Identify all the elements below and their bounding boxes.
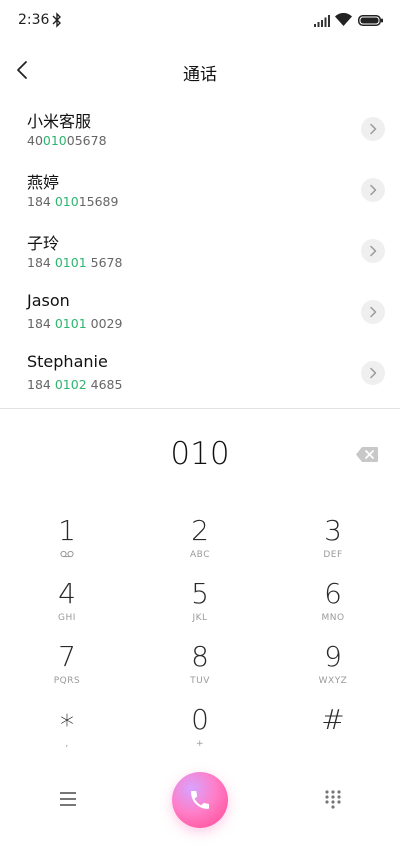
chevron-right-icon: [370, 306, 377, 318]
key-6[interactable]: 6 MNO: [278, 573, 388, 635]
key-digit: #: [321, 703, 345, 736]
key-digit: 8: [191, 640, 209, 673]
chevron-right-icon: [370, 184, 377, 196]
number-match-highlight: 0101: [54, 316, 87, 331]
key-0[interactable]: 0 +: [145, 699, 255, 761]
contact-item[interactable]: 子玲 184 0101 5678: [0, 225, 400, 286]
contact-detail-button[interactable]: [361, 117, 385, 141]
contact-name: 子玲: [27, 234, 60, 253]
key-digit: 0: [191, 703, 209, 736]
contact-name: 燕婷: [27, 173, 60, 192]
number-suffix: 5678: [86, 255, 123, 270]
key-digit: 4: [58, 577, 76, 610]
key-digit: 3: [324, 514, 342, 547]
key-4[interactable]: 4 GHI: [12, 573, 122, 635]
key-letters: MNO: [321, 613, 345, 623]
divider: [0, 408, 400, 409]
status-time: 2:36: [18, 12, 50, 28]
number-match-highlight: 010: [54, 194, 79, 209]
status-bar: 2:36: [0, 0, 400, 42]
signal-icon: [314, 15, 330, 27]
key-letters: DEF: [323, 550, 343, 560]
dialpad-icon[interactable]: [323, 789, 343, 809]
wifi-icon: [335, 13, 352, 26]
key-letters: JKL: [192, 613, 208, 623]
contact-name: 小米客服: [27, 112, 92, 131]
key-1[interactable]: 1: [12, 510, 122, 572]
page-title: 通话: [183, 65, 217, 85]
key-digit: 9: [324, 640, 342, 673]
number-match-highlight: 010: [42, 133, 67, 148]
number-prefix: 40: [27, 133, 43, 148]
phone-icon: [191, 791, 209, 809]
key-letters: WXYZ: [318, 676, 348, 686]
key-9[interactable]: 9 WXYZ: [278, 636, 388, 698]
contact-detail-button[interactable]: [361, 178, 385, 202]
key-star[interactable]: ∗ ,: [12, 699, 122, 761]
contact-detail-button[interactable]: [361, 300, 385, 324]
keypad: 1 2 ABC 3 DEF 4 GHI 5 JKL 6 MNO 7 PQRS 8…: [0, 510, 400, 764]
key-digit: 6: [324, 577, 342, 610]
contact-item[interactable]: Jason 184 0101 0029: [0, 286, 400, 347]
contact-number: 184 0102 4685: [27, 377, 122, 392]
key-digit: 2: [191, 514, 209, 547]
contact-detail-button[interactable]: [361, 239, 385, 263]
number-suffix: 0029: [86, 316, 123, 331]
chevron-right-icon: [370, 367, 377, 379]
key-8[interactable]: 8 TUV: [145, 636, 255, 698]
number-match-highlight: 0102: [54, 377, 87, 392]
number-prefix: 184: [27, 316, 55, 331]
key-letters: ABC: [190, 550, 210, 560]
number-suffix: 15689: [78, 194, 119, 209]
number-suffix: 4685: [86, 377, 123, 392]
key-letters: ,: [65, 739, 69, 749]
dialed-number-input[interactable]: 010: [0, 436, 400, 472]
number-match-highlight: 0101: [54, 255, 87, 270]
contact-item[interactable]: 小米客服 4001005678: [0, 103, 400, 164]
key-letters: TUV: [190, 676, 210, 686]
backspace-icon[interactable]: [355, 446, 379, 463]
key-hash[interactable]: #: [278, 699, 388, 761]
contact-item[interactable]: Stephanie 184 0102 4685: [0, 347, 400, 408]
number-suffix: 05678: [66, 133, 107, 148]
contact-item[interactable]: 燕婷 184 01015689: [0, 164, 400, 225]
chevron-right-icon: [370, 123, 377, 135]
key-5[interactable]: 5 JKL: [145, 573, 255, 635]
number-prefix: 184: [27, 255, 55, 270]
contact-number: 184 0101 0029: [27, 316, 122, 331]
key-7[interactable]: 7 PQRS: [12, 636, 122, 698]
contact-detail-button[interactable]: [361, 361, 385, 385]
key-digit: 7: [58, 640, 76, 673]
key-digit: 1: [58, 514, 76, 547]
battery-icon: [358, 15, 383, 26]
key-letters: GHI: [58, 613, 76, 623]
call-button[interactable]: [172, 772, 228, 828]
contact-list: 小米客服 4001005678 燕婷 184 01015689 子玲 184 0…: [0, 103, 400, 408]
header: 通话: [0, 50, 400, 92]
key-letters: PQRS: [53, 676, 81, 686]
voicemail-icon: [60, 550, 74, 558]
key-digit: 5: [191, 577, 209, 610]
number-prefix: 184: [27, 377, 55, 392]
contact-name: Jason: [27, 291, 70, 310]
contact-number: 4001005678: [27, 133, 107, 148]
contact-number: 184 0101 5678: [27, 255, 122, 270]
chevron-right-icon: [370, 245, 377, 257]
number-prefix: 184: [27, 194, 55, 209]
menu-icon[interactable]: [58, 790, 78, 808]
key-3[interactable]: 3 DEF: [278, 510, 388, 572]
contact-number: 184 01015689: [27, 194, 118, 209]
key-letters: +: [195, 739, 205, 749]
bluetooth-icon: [52, 12, 61, 28]
contact-name: Stephanie: [27, 352, 108, 371]
key-digit: ∗: [58, 703, 76, 736]
key-2[interactable]: 2 ABC: [145, 510, 255, 572]
